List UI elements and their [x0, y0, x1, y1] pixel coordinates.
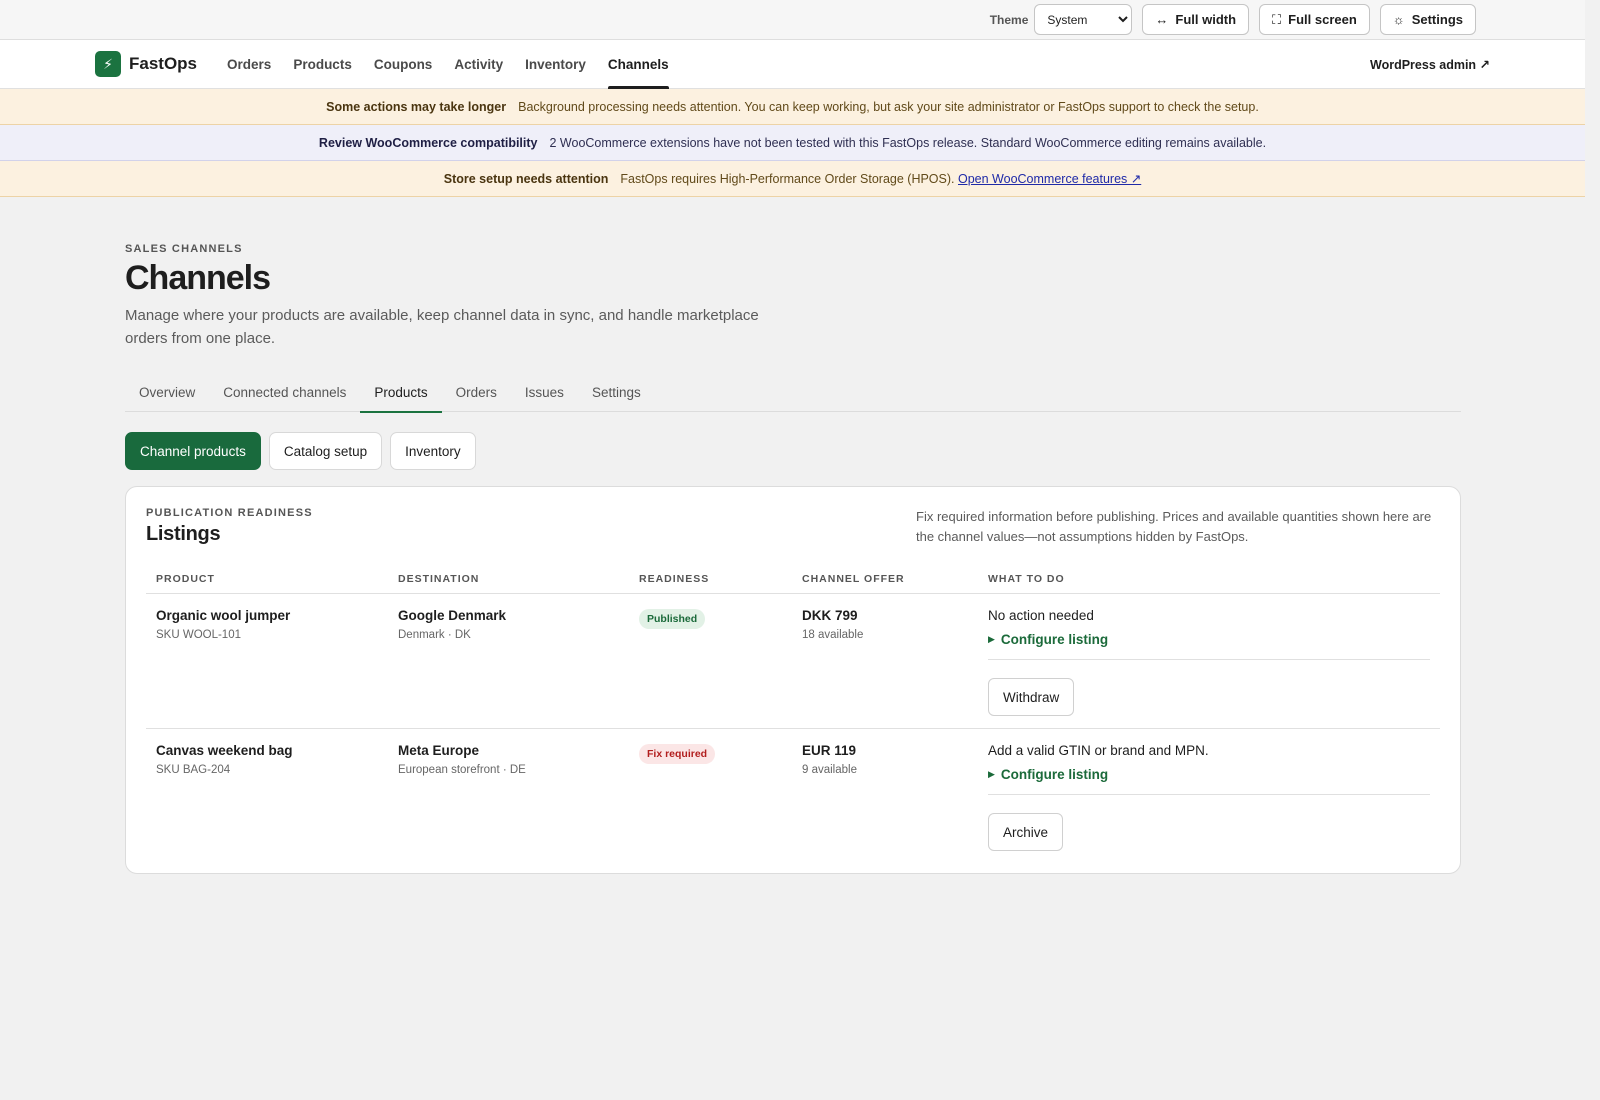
top-utility-bar: Theme System ↔ Full width ⛶ Full screen … — [0, 0, 1585, 40]
listings-table: PRODUCT DESTINATION READINESS CHANNEL OF… — [146, 573, 1440, 863]
brand-logo[interactable]: ⚡ FastOps — [95, 51, 197, 77]
todo-text: Add a valid GTIN or brand and MPN. — [988, 743, 1209, 758]
main-nav: ⚡ FastOps Orders Products Coupons Activi… — [0, 40, 1585, 89]
nav-item-products[interactable]: Products — [293, 40, 352, 89]
notice-text-body: FastOps requires High-Performance Order … — [620, 172, 955, 186]
destination-name: Meta Europe — [398, 743, 480, 758]
withdraw-button[interactable]: Withdraw — [988, 678, 1075, 716]
column-header-channel-offer: CHANNEL OFFER — [802, 573, 905, 585]
triangle-right-icon: ▶ — [988, 634, 995, 644]
notice-text: 2 WooCommerce extensions have not been t… — [549, 135, 1267, 150]
card-eyebrow: PUBLICATION READINESS — [146, 507, 313, 519]
channel-price: DKK 799 — [802, 608, 858, 623]
product-name: Organic wool jumper — [156, 608, 291, 623]
table-row: Canvas weekend bag SKU BAG-204 Meta Euro… — [146, 729, 1440, 863]
column-header-what-to-do: WHAT TO DO — [988, 573, 1065, 585]
card-title: Listings — [146, 523, 221, 545]
notice-text: Background processing needs attention. Y… — [518, 99, 1259, 114]
table-row: Organic wool jumper SKU WOOL-101 Google … — [146, 594, 1440, 729]
available-quantity: 9 available — [802, 764, 857, 776]
page-content: SALES CHANNELS Channels Manage where you… — [0, 197, 1585, 874]
settings-button[interactable]: ☼ Settings — [1379, 4, 1476, 35]
destination-region: Denmark · DK — [398, 629, 471, 641]
column-header-readiness: READINESS — [639, 573, 710, 585]
full-screen-button[interactable]: ⛶ Full screen — [1259, 4, 1370, 35]
nav-item-orders[interactable]: Orders — [227, 40, 271, 89]
full-width-label: Full width — [1175, 12, 1237, 27]
notice-title: Store setup needs attention — [443, 171, 609, 186]
lightning-bolt-icon: ⚡ — [95, 51, 121, 77]
status-badge: Published — [639, 609, 706, 629]
theme-label: Theme — [989, 12, 1029, 27]
brand-name: FastOps — [129, 54, 198, 73]
nav-item-channels[interactable]: Channels — [607, 40, 669, 89]
channel-tabs: Overview Connected channels Products Ord… — [125, 372, 1461, 413]
page-description: Manage where your products are available… — [125, 307, 759, 347]
column-header-product: PRODUCT — [156, 573, 215, 585]
arrows-horizontal-icon: ↔ — [1155, 12, 1169, 27]
configure-listing-toggle[interactable]: ▶ Configure listing — [988, 632, 1430, 660]
tab-issues[interactable]: Issues — [511, 372, 578, 412]
nav-item-activity[interactable]: Activity — [454, 40, 503, 89]
available-quantity: 18 available — [802, 629, 864, 641]
nav-item-inventory[interactable]: Inventory — [525, 40, 586, 89]
configure-listing-label: Configure listing — [1000, 767, 1109, 782]
table-header: PRODUCT DESTINATION READINESS CHANNEL OF… — [146, 573, 1440, 594]
notice-background-processing: Some actions may take longer Background … — [0, 89, 1585, 125]
product-subtabs: Channel products Catalog setup Inventory — [125, 432, 1585, 470]
channel-price: EUR 119 — [802, 743, 857, 758]
column-header-destination: DESTINATION — [398, 573, 480, 585]
notice-woocommerce-compatibility: Review WooCommerce compatibility 2 WooCo… — [0, 125, 1585, 161]
product-sku: SKU WOOL-101 — [156, 629, 241, 641]
status-badge: Fix required — [639, 744, 716, 764]
page-eyebrow: SALES CHANNELS — [125, 243, 243, 255]
todo-text: No action needed — [988, 608, 1094, 623]
product-sku: SKU BAG-204 — [156, 764, 231, 776]
notice-title: Some actions may take longer — [326, 99, 507, 114]
archive-button[interactable]: Archive — [988, 813, 1064, 851]
notice-title: Review WooCommerce compatibility — [318, 135, 538, 150]
nav-item-coupons[interactable]: Coupons — [374, 40, 433, 89]
product-name: Canvas weekend bag — [156, 743, 293, 758]
destination-region: European storefront · DE — [398, 764, 526, 776]
notice-store-setup: Store setup needs attention FastOps requ… — [0, 161, 1585, 197]
full-screen-label: Full screen — [1288, 12, 1357, 27]
theme-select[interactable]: System — [1034, 4, 1133, 35]
fullscreen-icon: ⛶ — [1272, 11, 1282, 27]
tab-settings[interactable]: Settings — [578, 372, 655, 412]
triangle-right-icon: ▶ — [988, 769, 995, 779]
tab-orders[interactable]: Orders — [442, 372, 511, 412]
gear-icon: ☼ — [1392, 12, 1405, 27]
tab-connected-channels[interactable]: Connected channels — [209, 372, 360, 412]
card-note: Fix required information before publishi… — [916, 509, 1432, 544]
page-title: Channels — [125, 259, 271, 297]
card-header: PUBLICATION READINESS Listings Fix requi… — [146, 507, 1440, 547]
open-woocommerce-features-link[interactable]: Open WooCommerce features ↗ — [958, 172, 1141, 186]
destination-name: Google Denmark — [398, 608, 507, 623]
tab-overview[interactable]: Overview — [125, 372, 209, 412]
tab-products[interactable]: Products — [360, 372, 442, 413]
configure-listing-label: Configure listing — [1000, 632, 1109, 647]
subtab-inventory[interactable]: Inventory — [390, 432, 476, 470]
configure-listing-toggle[interactable]: ▶ Configure listing — [988, 767, 1430, 795]
wordpress-admin-link[interactable]: WordPress admin ↗ — [1370, 57, 1490, 72]
subtab-channel-products[interactable]: Channel products — [125, 432, 261, 470]
notice-text: FastOps requires High-Performance Order … — [620, 171, 1141, 186]
full-width-button[interactable]: ↔ Full width — [1142, 4, 1250, 35]
settings-label: Settings — [1411, 12, 1463, 27]
listings-card: PUBLICATION READINESS Listings Fix requi… — [125, 486, 1461, 874]
subtab-catalog-setup[interactable]: Catalog setup — [268, 432, 383, 470]
